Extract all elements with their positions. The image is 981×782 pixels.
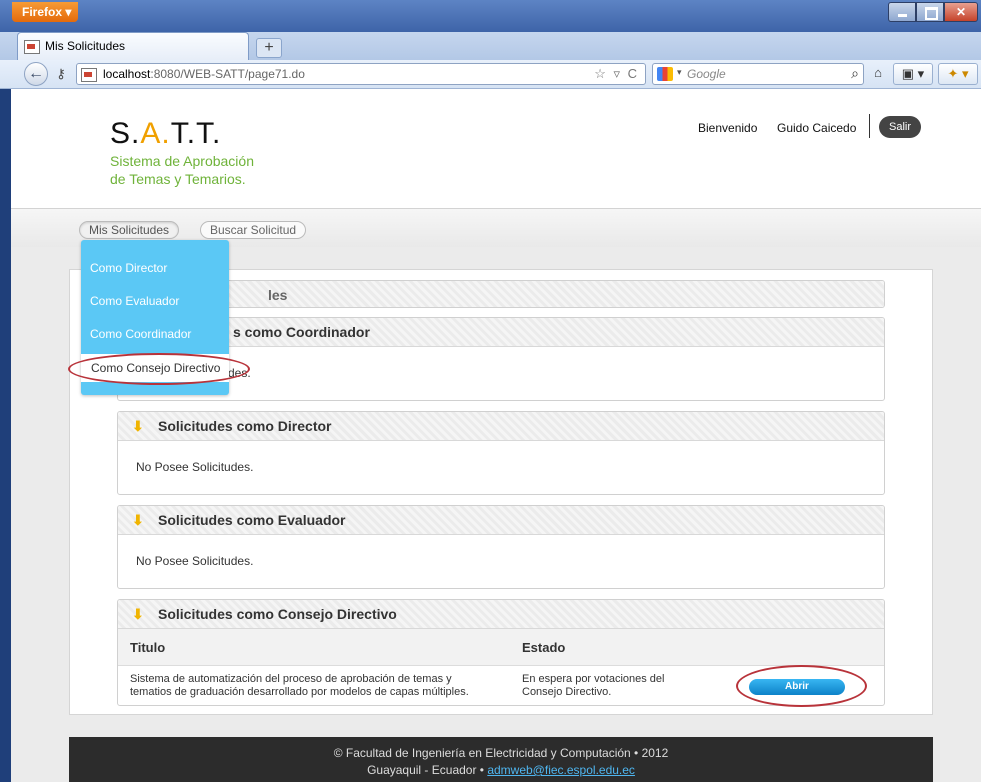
panel-board: ⬇ Solicitudes como Consejo Directivo Tit… bbox=[117, 599, 885, 706]
footer-copyright: © Facultad de Ingeniería en Electricidad… bbox=[333, 746, 669, 760]
panel-title: Solicitudes como Director bbox=[158, 418, 332, 434]
requests-table: Titulo Estado Sistema de automatización … bbox=[118, 629, 884, 705]
site-logo[interactable]: S.A.T.T. bbox=[110, 117, 221, 151]
site-tagline: Sistema de Aprobación de Temas y Temario… bbox=[110, 153, 254, 187]
my-requests-menu[interactable]: Mis Solicitudes bbox=[79, 221, 180, 239]
search-request-menu[interactable]: Buscar Solicitud bbox=[200, 221, 307, 239]
panel-body: des. bbox=[228, 366, 251, 380]
url-bar[interactable]: localhost:8080/WEB-SATT/page71.do ☆ ▿ C bbox=[76, 63, 646, 85]
minimize-icon[interactable] bbox=[888, 2, 916, 22]
panel-body: No Posee Solicitudes. bbox=[136, 460, 254, 474]
panel-coordinator: s como Coordinador des. bbox=[117, 317, 885, 401]
arrow-down-icon[interactable]: ⬇ bbox=[132, 512, 144, 529]
menu-item-director[interactable]: Como Director bbox=[90, 261, 167, 275]
search-placeholder: Google bbox=[687, 67, 726, 81]
identity-key-icon[interactable]: ⚷ bbox=[50, 66, 72, 82]
panel-director: ⬇ Solicitudes como Director No Posee Sol… bbox=[117, 411, 885, 495]
arrow-down-icon[interactable]: ⬇ bbox=[132, 606, 144, 623]
column-header-state: Estado bbox=[522, 640, 566, 655]
site-favicon-icon bbox=[81, 68, 97, 82]
home-icon[interactable]: ⌂ bbox=[866, 63, 890, 85]
addon-icon[interactable]: ✦ ▾ bbox=[938, 63, 978, 85]
site-header: S.A.T.T. Sistema de Aprobación de Temas … bbox=[11, 89, 981, 209]
panel-title: Solicitudes como Consejo Directivo bbox=[158, 606, 397, 622]
back-arrow-icon[interactable]: ← bbox=[24, 62, 48, 86]
header-divider bbox=[869, 114, 870, 138]
browser-tab[interactable]: Mis Solicitudes bbox=[17, 32, 249, 60]
tab-strip: Mis Solicitudes + bbox=[0, 32, 981, 60]
star-reload-icons[interactable]: ☆ ▿ C bbox=[594, 66, 639, 82]
panel-title: Solicitudes como Evaluador bbox=[158, 512, 346, 528]
table-row: Sistema de automatización del proceso de… bbox=[118, 666, 884, 705]
menu-item-board[interactable]: Como Consejo Directivo bbox=[81, 354, 229, 382]
request-state: En espera por votaciones del Consejo Dir… bbox=[522, 673, 665, 698]
request-title: Sistema de automatización del proceso de… bbox=[130, 673, 469, 698]
footer-email-link[interactable]: admweb@fiec.espol.edu.ec bbox=[487, 763, 635, 777]
menu-item-coordinator[interactable]: Como Coordinador bbox=[90, 327, 191, 341]
new-tab-button[interactable]: + bbox=[256, 38, 282, 58]
tab-title: Mis Solicitudes bbox=[45, 39, 126, 53]
engine-dropdown-icon[interactable]: ▾ bbox=[677, 67, 682, 78]
column-header-title: Titulo bbox=[130, 640, 166, 655]
site-footer: © Facultad de Ingeniería en Electricidad… bbox=[69, 737, 933, 782]
user-name: Guido Caicedo bbox=[777, 121, 857, 135]
panel-summary: les bbox=[117, 280, 885, 308]
welcome-text: Bienvenido bbox=[698, 121, 758, 135]
panel-title: s como Coordinador bbox=[233, 324, 370, 340]
google-icon[interactable] bbox=[657, 67, 673, 81]
table-header: Titulo Estado bbox=[118, 629, 884, 666]
panel-title: les bbox=[268, 287, 288, 303]
requests-dropdown-menu: Como Director Como Evaluador Como Coordi… bbox=[81, 240, 229, 395]
window-titlebar: Firefox ▾ ✕ bbox=[0, 0, 981, 32]
navigation-toolbar: ← ⚷ localhost:8080/WEB-SATT/page71.do ☆ … bbox=[0, 60, 981, 89]
search-icon[interactable]: ⌕ bbox=[851, 65, 859, 82]
open-button[interactable]: Abrir bbox=[749, 679, 845, 695]
favicon-icon bbox=[24, 40, 40, 54]
arrow-down-icon[interactable]: ⬇ bbox=[132, 418, 144, 435]
logout-button[interactable]: Salir bbox=[879, 116, 921, 138]
footer-location: Guayaquil - Ecuador • admweb@fiec.espol.… bbox=[367, 763, 635, 777]
close-icon[interactable]: ✕ bbox=[944, 2, 978, 22]
search-bar[interactable]: ▾ Google ⌕ bbox=[652, 63, 864, 85]
bookmarks-icon[interactable]: ▣ ▾ bbox=[893, 63, 933, 85]
url-text: localhost:8080/WEB-SATT/page71.do bbox=[103, 67, 305, 81]
maximize-icon[interactable] bbox=[916, 2, 944, 22]
menu-item-evaluator[interactable]: Como Evaluador bbox=[90, 294, 179, 308]
panel-body: No Posee Solicitudes. bbox=[136, 554, 254, 568]
firefox-menu-button[interactable]: Firefox ▾ bbox=[12, 2, 78, 22]
web-page: S.A.T.T. Sistema de Aprobación de Temas … bbox=[11, 89, 981, 782]
panel-evaluator: ⬇ Solicitudes como Evaluador No Posee So… bbox=[117, 505, 885, 589]
